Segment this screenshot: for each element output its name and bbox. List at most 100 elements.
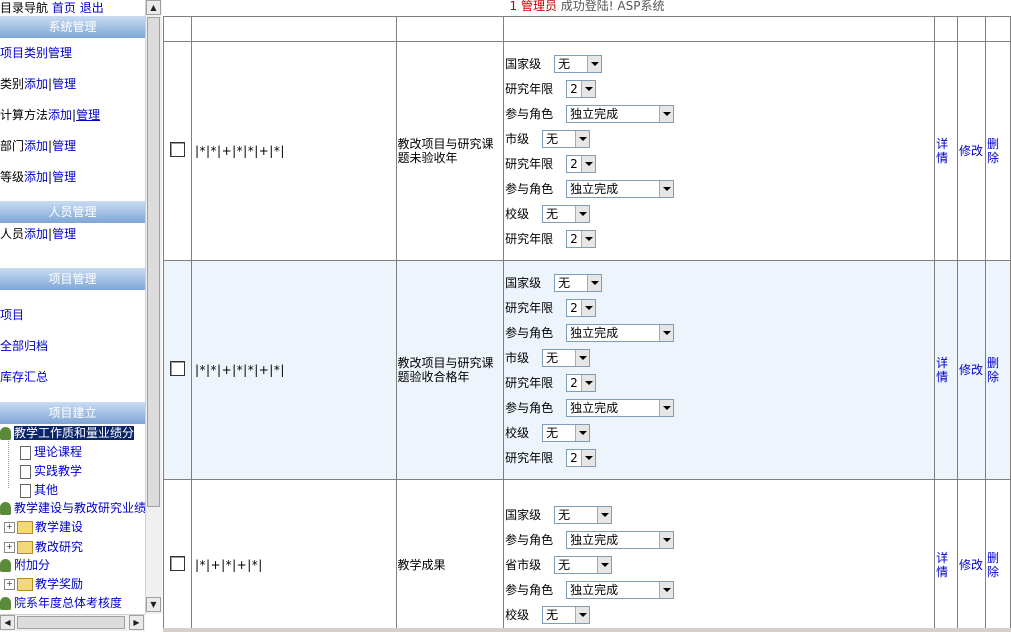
left-horizontal-scrollbar[interactable]: ◀ ▶ — [0, 614, 145, 631]
role-select[interactable]: 独立完成 — [566, 580, 675, 599]
level-select[interactable]: 无 — [554, 555, 613, 574]
calc-manage-link[interactable]: 管理 — [76, 108, 100, 122]
person-icon — [0, 427, 11, 440]
chevron-down-icon — [581, 230, 596, 247]
level-select[interactable]: 无 — [542, 605, 591, 624]
document-icon — [20, 483, 31, 498]
tree-node-teaching-quality[interactable]: 教学工作质和量业绩分 — [0, 424, 145, 443]
project-tree: 教学工作质和量业绩分 理论课程 实践教学 其他 教学建设与教改研究业绩 + 教学建… — [0, 424, 145, 613]
chevron-down-icon — [587, 55, 602, 72]
tree-node-practice[interactable]: 实践教学 — [0, 462, 145, 481]
menu-label: 类别 — [0, 77, 25, 91]
delete-link[interactable]: 删除 — [986, 356, 1010, 384]
role-select[interactable]: 独立完成 — [566, 398, 675, 417]
level-select[interactable]: 无 — [542, 423, 591, 442]
level-select[interactable]: 无 — [554, 54, 603, 73]
chevron-down-icon — [575, 424, 590, 441]
grade-manage-link[interactable]: 管理 — [52, 170, 76, 184]
calc-add-link[interactable]: 添加 — [48, 108, 72, 122]
tree-label[interactable]: 其他 — [34, 483, 58, 497]
logout-link[interactable]: 退出 — [80, 1, 104, 15]
detail-link[interactable]: 详情 — [935, 137, 957, 165]
scroll-right-icon[interactable]: ▶ — [129, 615, 144, 630]
tree-label[interactable]: 理论课程 — [34, 445, 82, 459]
field-label: 研究年限 — [505, 232, 554, 246]
tree-node-theory[interactable]: 理论课程 — [0, 443, 145, 462]
tree-node-reform-research[interactable]: + 教改研究 — [0, 537, 145, 557]
row-checkbox[interactable] — [169, 142, 185, 157]
level-select[interactable]: 无 — [542, 129, 591, 148]
section-header-personnel[interactable]: 人员管理 — [0, 201, 145, 223]
chevron-down-icon — [581, 80, 596, 97]
scroll-thumb[interactable] — [147, 17, 160, 507]
level-select[interactable]: 无 — [554, 505, 613, 524]
left-nav-frame: 目录导航 首页 退出 系统管理 项目类别管理 类别添加|管理 计算方法添加|管理… — [0, 0, 163, 632]
edit-link[interactable]: 修改 — [958, 363, 985, 377]
grade-add-link[interactable]: 添加 — [24, 170, 48, 184]
tree-node-other[interactable]: 其他 — [0, 481, 145, 500]
role-select[interactable]: 独立完成 — [566, 323, 675, 342]
archive-all-link[interactable]: 全部归档 — [0, 339, 48, 353]
role-select[interactable]: 独立完成 — [566, 104, 675, 123]
role-select[interactable]: 独立完成 — [566, 179, 675, 198]
tree-node-teaching-build[interactable]: + 教学建设 — [0, 517, 145, 537]
category-add-link[interactable]: 添加 — [24, 77, 48, 91]
dept-add-link[interactable]: 添加 — [24, 139, 48, 153]
tree-node-teaching-award[interactable]: + 教学奖励 — [0, 574, 145, 594]
tree-label[interactable]: 教学建设 — [35, 520, 83, 534]
section-header-system[interactable]: 系统管理 — [0, 16, 145, 38]
delete-link[interactable]: 删除 — [986, 137, 1010, 165]
home-link[interactable]: 首页 — [52, 1, 76, 15]
level-select[interactable]: 无 — [554, 273, 603, 292]
expand-icon[interactable]: + — [4, 542, 15, 553]
years-select[interactable]: 2 — [566, 448, 597, 467]
scroll-thumb[interactable] — [17, 616, 125, 629]
expand-icon[interactable]: + — [4, 522, 15, 533]
tree-label[interactable]: 附加分 — [14, 558, 50, 572]
person-add-link[interactable]: 添加 — [24, 227, 48, 241]
scroll-up-icon[interactable]: ▲ — [146, 0, 161, 15]
years-select[interactable]: 2 — [566, 154, 597, 173]
years-select[interactable]: 2 — [566, 79, 597, 98]
years-select[interactable]: 2 — [566, 373, 597, 392]
category-manage-link[interactable]: 项目类别管理 — [0, 46, 72, 60]
tree-label[interactable]: 教改研究 — [35, 540, 83, 554]
detail-link[interactable]: 详情 — [935, 356, 957, 384]
left-vertical-scrollbar[interactable]: ▲ ▼ — [145, 0, 162, 614]
project-link[interactable]: 项目 — [0, 308, 24, 322]
scroll-left-icon[interactable]: ◀ — [0, 615, 15, 630]
level-select[interactable]: 无 — [542, 348, 591, 367]
chevron-down-icon — [575, 349, 590, 366]
years-select[interactable]: 2 — [566, 298, 597, 317]
row-checkbox[interactable] — [169, 361, 185, 376]
category-manage-link[interactable]: 管理 — [52, 77, 76, 91]
menu-item-category-manage[interactable]: 项目类别管理 — [0, 38, 145, 69]
tree-node-bonus[interactable]: 附加分 — [0, 557, 145, 574]
user-count: 1 — [509, 0, 518, 13]
level-select[interactable]: 无 — [542, 204, 591, 223]
tree-label[interactable]: 院系年度总体考核度 — [14, 596, 122, 610]
tree-node-teaching-reform[interactable]: 教学建设与教改研究业绩 — [0, 500, 145, 517]
detail-link[interactable]: 详情 — [935, 551, 957, 579]
scroll-down-icon[interactable]: ▼ — [146, 597, 161, 612]
dept-manage-link[interactable]: 管理 — [52, 139, 76, 153]
menu-item-inventory[interactable]: 库存汇总 — [0, 362, 145, 393]
years-select[interactable]: 2 — [566, 229, 597, 248]
row-checkbox[interactable] — [169, 555, 185, 571]
menu-item-archive[interactable]: 全部归档 — [0, 331, 145, 362]
tree-label[interactable]: 教学建设与教改研究业绩 — [14, 501, 145, 515]
delete-link[interactable]: 删除 — [986, 551, 1010, 579]
inventory-summary-link[interactable]: 库存汇总 — [0, 370, 48, 384]
menu-item-project[interactable]: 项目 — [0, 300, 145, 331]
person-manage-link[interactable]: 管理 — [52, 227, 76, 241]
chevron-down-icon — [659, 531, 674, 548]
section-header-project-setup[interactable]: 项目建立 — [0, 402, 145, 424]
role-select[interactable]: 独立完成 — [566, 530, 675, 549]
tree-label[interactable]: 教学奖励 — [35, 577, 83, 591]
expand-icon[interactable]: + — [4, 579, 15, 590]
tree-node-annual-assessment[interactable]: 院系年度总体考核度 — [0, 594, 145, 613]
tree-label[interactable]: 实践教学 — [34, 464, 82, 478]
edit-link[interactable]: 修改 — [958, 558, 985, 572]
section-header-project[interactable]: 项目管理 — [0, 268, 145, 290]
edit-link[interactable]: 修改 — [958, 144, 985, 158]
